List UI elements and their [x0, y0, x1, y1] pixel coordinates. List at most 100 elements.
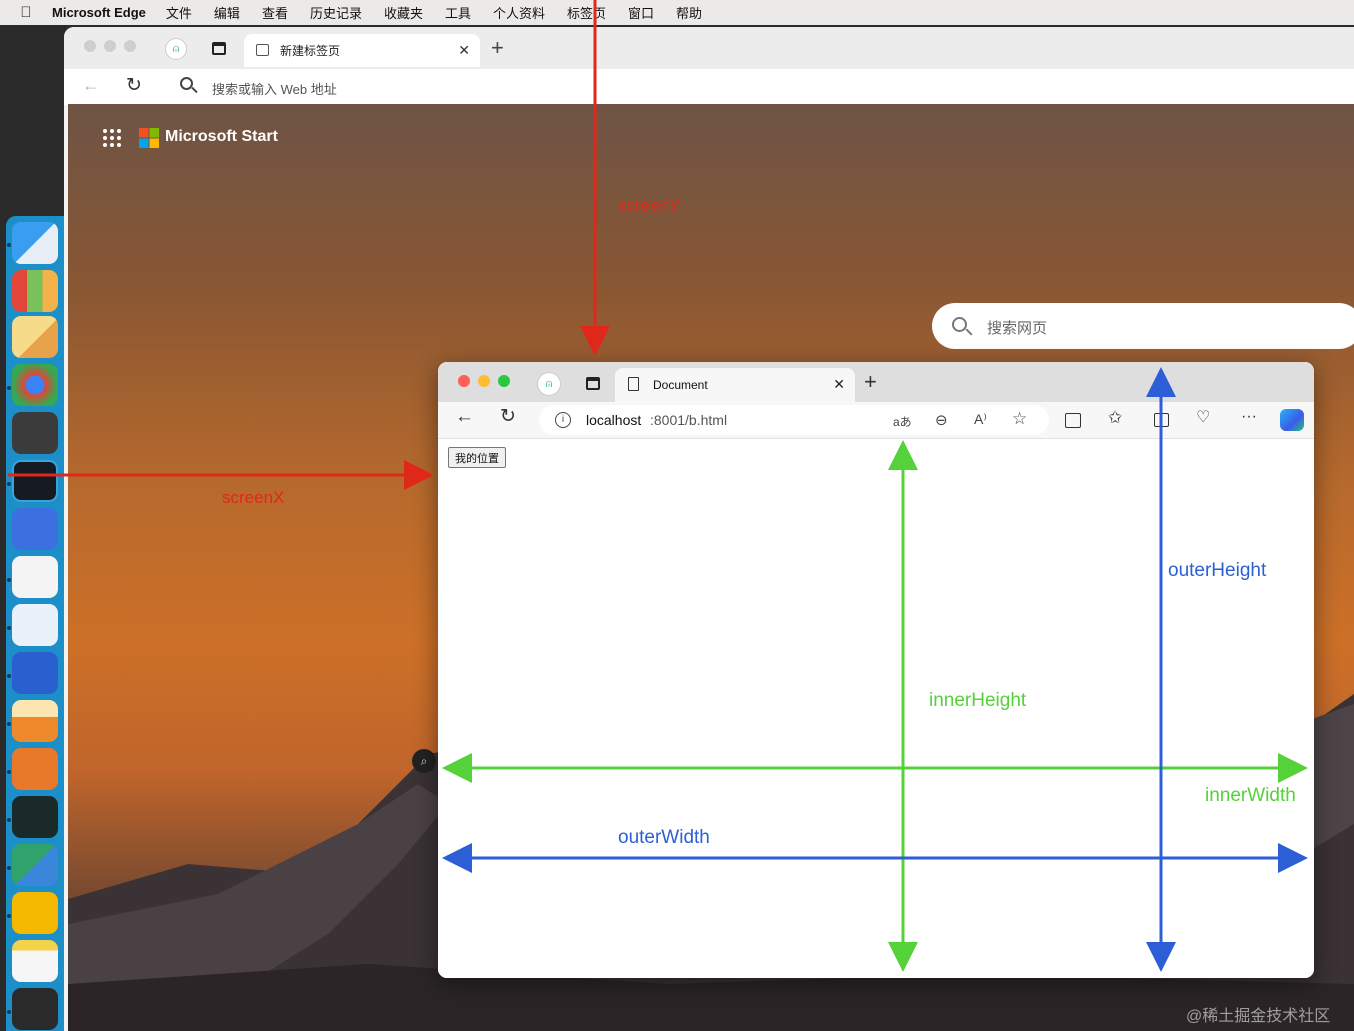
app-green-blue-icon[interactable] [12, 844, 58, 886]
vscode-icon[interactable] [12, 604, 58, 646]
watermark: @稀土掘金技术社区 [1186, 1008, 1331, 1025]
tab-actions-icon[interactable] [212, 42, 226, 55]
menu-tabs[interactable]: 标签页 [567, 3, 606, 22]
app-dark-icon[interactable] [12, 460, 58, 502]
outer-tab-newtab[interactable]: 新建标签页 ✕ [244, 34, 480, 67]
minimize-window-button[interactable] [478, 375, 490, 387]
microsoft-logo-icon [139, 128, 159, 148]
running-indicator [7, 482, 11, 486]
running-indicator [7, 914, 11, 918]
profile-avatar-icon[interactable]: ⍝ [165, 38, 187, 60]
my-location-button[interactable]: 我的位置 [448, 447, 506, 468]
inner-tab-title: Document [653, 378, 708, 392]
new-tab-plus-icon[interactable]: + [491, 35, 504, 61]
split-screen-icon[interactable] [1065, 413, 1081, 428]
read-aloud-icon[interactable]: A⁾ [974, 411, 987, 428]
app-white-icon[interactable] [12, 556, 58, 598]
back-arrow-icon[interactable]: ← [455, 407, 474, 427]
browser-essentials-icon[interactable]: ♡ [1196, 408, 1210, 428]
brand-label[interactable]: Microsoft Start [165, 128, 278, 146]
address-input[interactable]: 搜索或输入 Web 地址 [212, 79, 337, 98]
translate-icon[interactable]: aあ [893, 413, 912, 430]
url-host: localhost [586, 412, 642, 428]
copilot-icon[interactable] [1280, 409, 1304, 431]
apps-grid-icon[interactable] [102, 128, 122, 148]
launchpad-icon[interactable] [12, 270, 58, 312]
document-page-icon [628, 377, 639, 391]
running-indicator [7, 1010, 11, 1014]
search-icon-handle [965, 328, 973, 336]
back-arrow-icon[interactable]: ← [82, 75, 100, 96]
app-orange-icon[interactable] [12, 700, 58, 742]
new-tab-plus-icon[interactable]: + [864, 369, 877, 395]
collections-icon[interactable] [1154, 413, 1169, 427]
refresh-icon[interactable]: ↻ [500, 407, 516, 427]
outer-tabbar: ⍝ 新建标签页 ✕ + [64, 27, 1354, 69]
running-indicator [7, 626, 11, 630]
url-path: :8001/b.html [650, 412, 728, 428]
tab-actions-icon[interactable] [586, 377, 600, 390]
menu-file[interactable]: 文件 [166, 3, 192, 22]
running-indicator [7, 578, 11, 582]
close-window-button[interactable] [84, 40, 96, 52]
finder-icon[interactable] [12, 222, 58, 264]
menubar-app-name[interactable]: Microsoft Edge [52, 5, 146, 20]
menu-help[interactable]: 帮助 [676, 3, 702, 22]
inner-tab-document[interactable]: Document ✕ [615, 368, 855, 402]
favorite-star-icon[interactable]: ☆ [1012, 409, 1027, 429]
menu-edit[interactable]: 编辑 [214, 3, 240, 22]
more-options-icon[interactable]: ··· [1241, 407, 1257, 427]
running-indicator [7, 866, 11, 870]
menu-history[interactable]: 历史记录 [310, 3, 362, 22]
zoom-out-icon[interactable]: ⊖ [935, 411, 948, 429]
screen-x-label: screenX [222, 488, 285, 507]
app-light-icon[interactable] [12, 940, 58, 982]
close-tab-icon[interactable]: ✕ [833, 376, 845, 393]
menu-view[interactable]: 查看 [262, 3, 288, 22]
terminal-app-icon[interactable] [12, 412, 58, 454]
newtab-page-icon [256, 44, 269, 56]
app-orange-box-icon[interactable] [12, 748, 58, 790]
running-indicator [7, 386, 11, 390]
profile-avatar-icon[interactable]: ⍝ [537, 372, 561, 396]
menu-window[interactable]: 窗口 [628, 3, 654, 22]
visual-search-icon[interactable]: ⌕ [412, 749, 436, 773]
web-search-box[interactable]: 搜索网页 [932, 303, 1354, 349]
app-dark-green-icon[interactable] [12, 796, 58, 838]
close-window-button[interactable] [458, 375, 470, 387]
site-info-icon[interactable]: i [555, 412, 571, 428]
menu-tools[interactable]: 工具 [445, 3, 471, 22]
inner-address-bar[interactable]: i localhost :8001/b.html aあ ⊖ A⁾ ☆ [539, 405, 1049, 435]
outer-width-label: outerWidth [618, 827, 710, 848]
inner-toolbar: ← ↻ i localhost :8001/b.html aあ ⊖ A⁾ ☆ ✩… [438, 402, 1314, 438]
chrome-icon[interactable] [12, 364, 58, 406]
app-blue-grid-icon[interactable] [12, 508, 58, 550]
apple-icon[interactable]:  [0, 4, 52, 21]
minimize-window-button[interactable] [104, 40, 116, 52]
notes-icon[interactable] [12, 316, 58, 358]
app-blue-icon[interactable] [12, 652, 58, 694]
app-black-icon[interactable] [12, 988, 58, 1030]
search-icon-handle [191, 86, 198, 94]
zoom-window-button[interactable] [124, 40, 136, 52]
screen-y-label: screenY [618, 196, 681, 215]
outer-height-label: outerHeight [1168, 560, 1267, 581]
app-yellow-icon[interactable] [12, 892, 58, 934]
menu-favorites[interactable]: 收藏夹 [384, 3, 423, 22]
running-indicator [7, 770, 11, 774]
web-search-placeholder: 搜索网页 [987, 320, 1048, 337]
inner-browser-window: ⍝ Document ✕ + ← ↻ i localhost :8001/b.h… [438, 362, 1314, 978]
page-viewport: 我的位置 [438, 438, 1314, 978]
refresh-icon[interactable]: ↻ [126, 74, 142, 97]
close-tab-icon[interactable]: ✕ [458, 42, 470, 59]
outer-tab-title: 新建标签页 [280, 44, 341, 58]
menubar:  Microsoft Edge 文件 编辑 查看 历史记录 收藏夹 工具 个人… [0, 0, 1354, 25]
running-indicator [7, 674, 11, 678]
favorites-icon[interactable]: ✩ [1108, 408, 1122, 428]
running-indicator [7, 722, 11, 726]
zoom-window-button[interactable] [498, 375, 510, 387]
outer-address-bar: ← ↻ 搜索或输入 Web 地址 [64, 69, 1354, 105]
running-indicator [7, 818, 11, 822]
menu-profile[interactable]: 个人资料 [493, 3, 545, 22]
running-indicator [7, 243, 11, 247]
